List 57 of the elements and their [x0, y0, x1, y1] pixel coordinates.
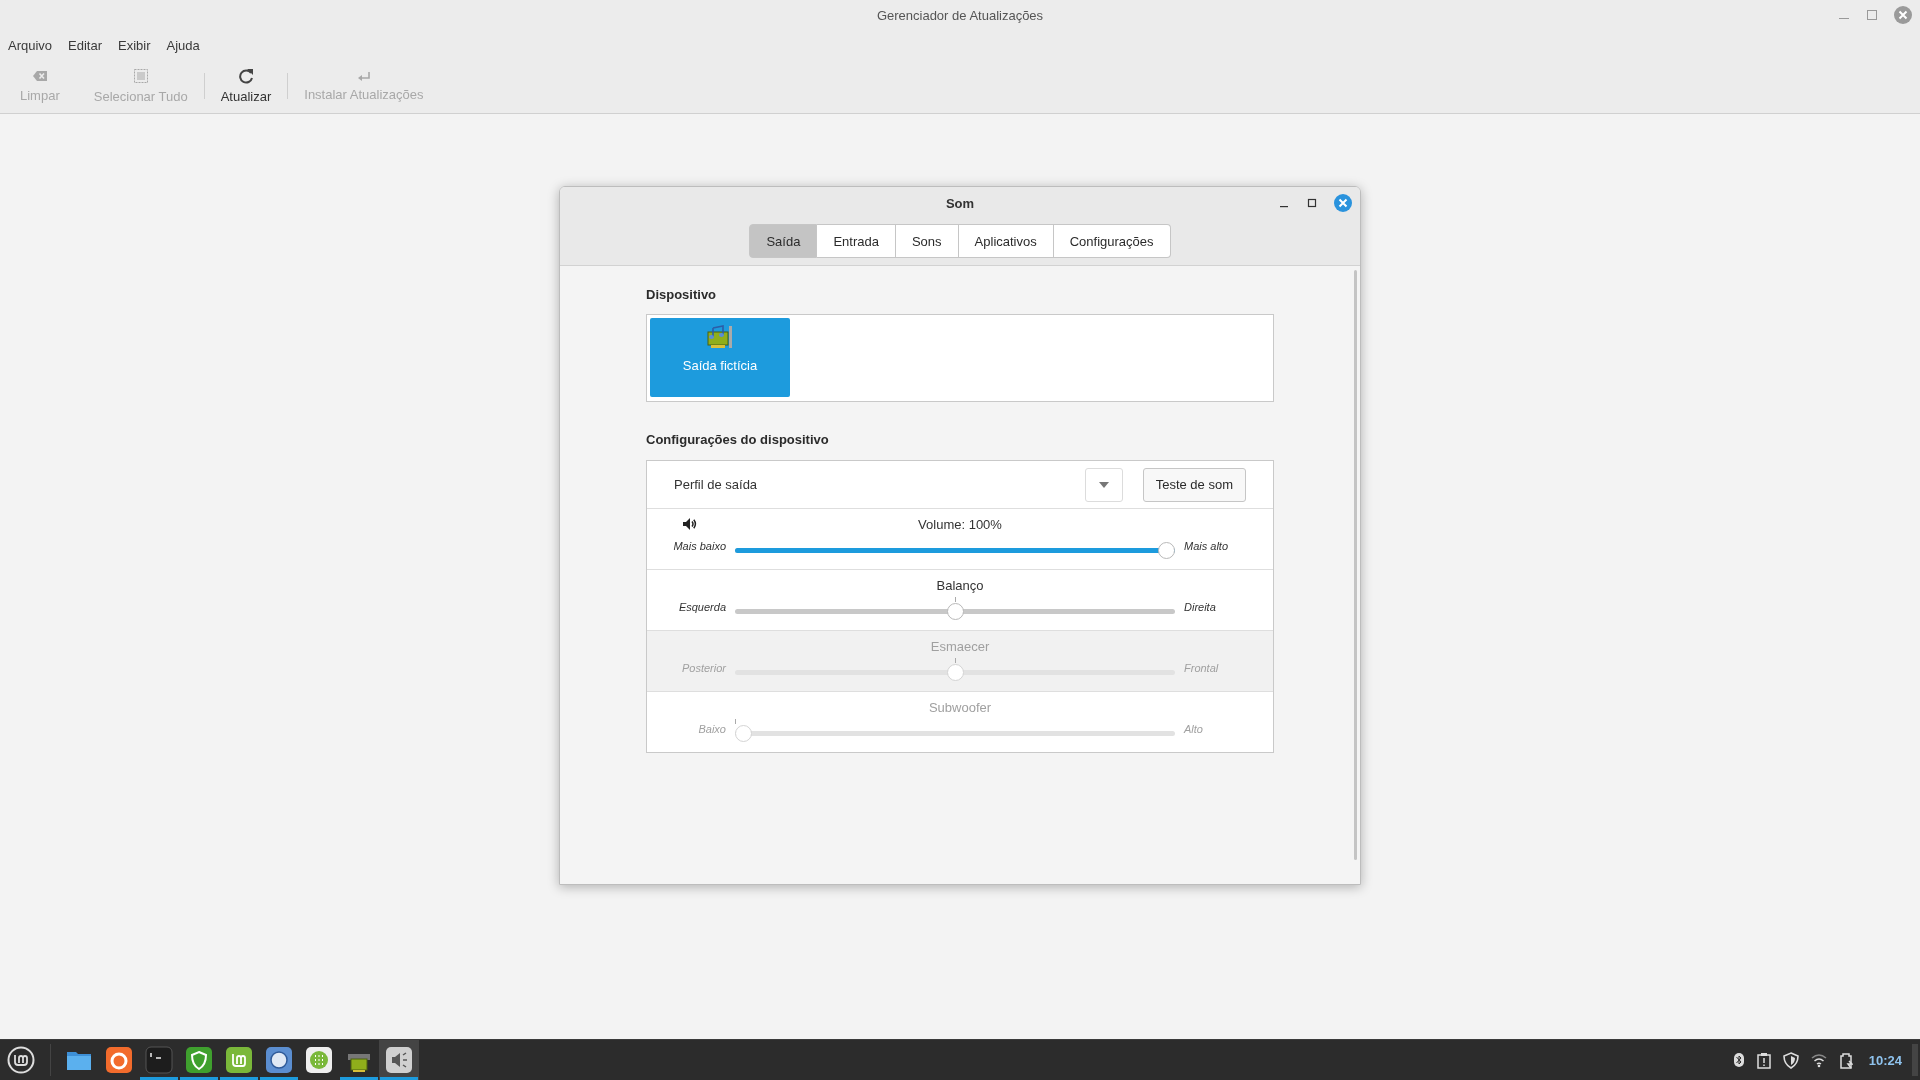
terminal-icon	[144, 1045, 174, 1075]
taskbar-app-button[interactable]	[379, 1040, 419, 1080]
section-heading: Dispositivo	[646, 287, 718, 304]
app-grid-icon	[304, 1045, 334, 1075]
globe-icon	[264, 1045, 294, 1075]
wifi-icon[interactable]	[1810, 1052, 1827, 1068]
close-icon[interactable]	[1334, 194, 1352, 212]
shield-icon	[184, 1045, 214, 1075]
menu-item[interactable]: Editar	[60, 36, 111, 55]
slider-title: Esmaecer	[930, 639, 990, 655]
slider-max-label: Mais alto	[1184, 540, 1230, 552]
menu-item[interactable]: Arquivo	[0, 36, 61, 55]
speaker-icon	[683, 518, 697, 530]
tab[interactable]: Entrada	[817, 224, 896, 258]
mint-logo-icon	[7, 1046, 35, 1074]
slider-title: Balanço	[936, 578, 984, 594]
profile-label: Perfil de saída	[674, 477, 759, 492]
bluetooth-icon[interactable]	[1732, 1052, 1745, 1068]
clear-icon	[31, 69, 48, 83]
shield-icon[interactable]	[1782, 1051, 1799, 1069]
slider-max-label: Alto	[1184, 723, 1204, 735]
scrollbar[interactable]	[1354, 270, 1357, 860]
section-heading: Configurações do dispositivo	[646, 432, 830, 449]
dropdown-button[interactable]	[1084, 467, 1123, 502]
refresh-icon	[238, 68, 254, 84]
clipboard-icon[interactable]	[1756, 1051, 1771, 1069]
speaker-muted-icon	[384, 1045, 414, 1075]
slider[interactable]	[735, 594, 1175, 620]
slider-thumb[interactable]	[1158, 542, 1175, 559]
slider-title: Volume: 100%	[918, 517, 1002, 533]
slider-min-label: Baixo	[697, 723, 726, 735]
slider-max-label: Direita	[1184, 601, 1217, 613]
slider-title: Subwoofer	[928, 700, 992, 716]
battery-charging-icon[interactable]	[1838, 1051, 1853, 1069]
clock[interactable]: 10:24	[1868, 1052, 1902, 1068]
menu-item[interactable]: Ajuda	[158, 36, 208, 55]
sound-test-button[interactable]: Teste de som	[1142, 467, 1246, 502]
toolbar-button[interactable]: Atualizar	[210, 64, 282, 108]
sound-card-icon	[706, 323, 734, 351]
menu-item[interactable]: Exibir	[110, 36, 159, 55]
close-icon[interactable]	[1894, 6, 1912, 24]
slider-min-label: Posterior	[680, 662, 726, 674]
maximize-icon[interactable]	[1306, 197, 1318, 209]
dialog-title: Som	[945, 195, 975, 211]
mint-logo-icon	[224, 1045, 254, 1075]
slider-min-label: Mais baixo	[672, 540, 726, 552]
tab[interactable]: Aplicativos	[958, 224, 1054, 258]
tab[interactable]: Saída	[749, 224, 818, 258]
slider-max-label: Frontal	[1184, 662, 1220, 674]
slider-thumb[interactable]	[946, 603, 964, 620]
window-title: Gerenciador de Atualizações	[876, 7, 1044, 23]
slider-min-label: Esquerda	[677, 601, 726, 613]
tab[interactable]: Configurações	[1053, 224, 1171, 258]
caret-icon	[1098, 481, 1109, 488]
select-all-icon	[132, 68, 149, 84]
tab[interactable]: Sons	[895, 224, 959, 258]
return-arrow-icon	[356, 70, 371, 82]
